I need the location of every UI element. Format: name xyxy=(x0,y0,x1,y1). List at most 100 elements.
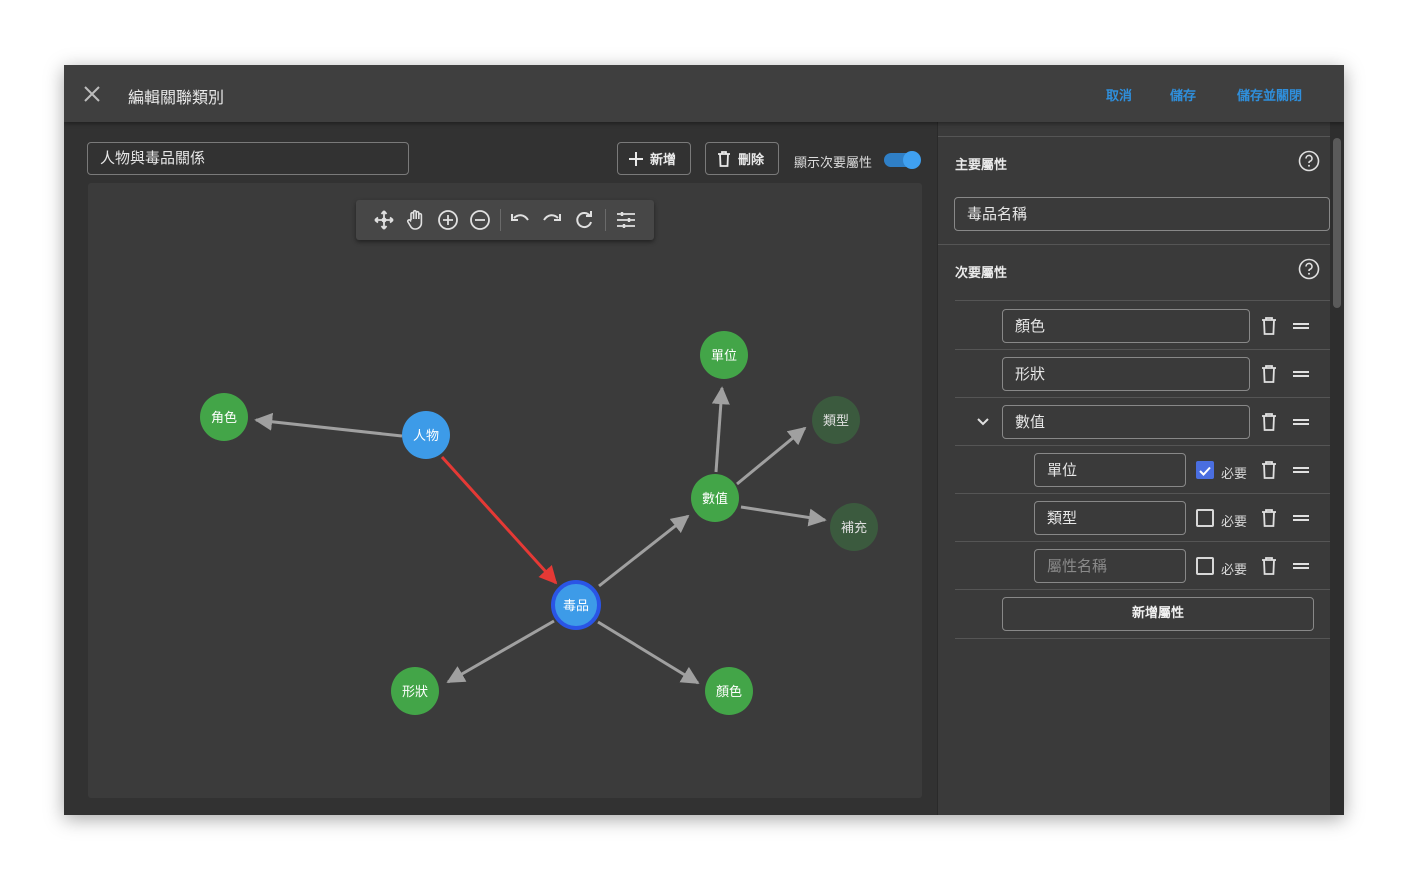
node-value[interactable]: 數值 xyxy=(691,474,739,522)
trash-icon[interactable] xyxy=(1257,554,1281,578)
node-color[interactable]: 顏色 xyxy=(705,667,753,715)
relation-name-input[interactable]: 人物與毒品關係 xyxy=(87,142,409,175)
cancel-button[interactable]: 取消 xyxy=(1106,85,1132,104)
node-role[interactable]: 角色 xyxy=(200,393,248,441)
node-type[interactable]: 類型 xyxy=(812,396,860,444)
attr-input-shape[interactable]: 形狀 xyxy=(1002,357,1250,391)
toolbar-divider xyxy=(605,209,606,231)
sub-attr-input-unit[interactable]: 單位 xyxy=(1034,453,1186,487)
edge-value-type[interactable] xyxy=(736,426,807,486)
edit-relation-dialog: 編輯關聯類別 取消 儲存 儲存並關閉 人物與毒品關係 新增 刪除 顯示次要屬性 xyxy=(64,65,1344,815)
toolbar-divider xyxy=(500,209,501,231)
close-icon[interactable] xyxy=(80,82,104,106)
move-icon[interactable] xyxy=(372,208,396,232)
redo-icon[interactable] xyxy=(540,208,564,232)
drag-handle-icon[interactable] xyxy=(1289,506,1313,530)
drag-handle-icon[interactable] xyxy=(1289,314,1313,338)
node-extra-label: 補充 xyxy=(841,520,867,535)
divider xyxy=(955,541,1330,542)
attr-input-color[interactable]: 顏色 xyxy=(1002,309,1250,343)
scrollbar[interactable] xyxy=(1330,122,1344,815)
divider xyxy=(955,300,1330,301)
trash-icon xyxy=(718,150,730,167)
drag-handle-icon[interactable] xyxy=(1289,362,1313,386)
node-drug[interactable]: 毒品 xyxy=(551,580,601,630)
add-attribute-button[interactable]: 新增屬性 xyxy=(1002,597,1314,631)
required-checkbox[interactable] xyxy=(1196,557,1214,575)
graph-toolbar xyxy=(356,200,654,240)
zoom-in-icon[interactable] xyxy=(436,208,460,232)
settings-sliders-icon[interactable] xyxy=(614,208,638,232)
edge-drug-value[interactable] xyxy=(598,514,690,588)
pan-hand-icon[interactable] xyxy=(404,208,428,232)
divider xyxy=(938,136,1330,137)
secondary-section-title: 次要屬性 xyxy=(955,266,1008,281)
node-unit[interactable]: 單位 xyxy=(700,331,748,379)
drag-handle-icon[interactable] xyxy=(1289,554,1313,578)
required-checkbox[interactable] xyxy=(1196,509,1214,527)
toggle-knob xyxy=(903,151,921,169)
add-button-label: 新增 xyxy=(650,153,677,168)
node-person[interactable]: 人物 xyxy=(402,411,450,459)
dialog-header: 編輯關聯類別 取消 儲存 儲存並關閉 xyxy=(64,65,1344,122)
sub-attr-input-type[interactable]: 類型 xyxy=(1034,501,1186,535)
divider xyxy=(955,589,1330,590)
required-label: 必要 xyxy=(1221,515,1248,530)
delete-button[interactable]: 刪除 xyxy=(705,142,779,175)
attr-input-value[interactable]: 數值 xyxy=(1002,405,1250,439)
edge-person-drug[interactable] xyxy=(440,455,558,585)
node-role-label: 角色 xyxy=(211,410,237,425)
delete-button-label: 刪除 xyxy=(738,153,765,168)
edge-drug-color[interactable] xyxy=(597,620,700,685)
edge-value-extra[interactable] xyxy=(740,505,827,527)
plus-icon xyxy=(629,151,643,166)
zoom-out-icon[interactable] xyxy=(468,208,492,232)
node-shape[interactable]: 形狀 xyxy=(391,667,439,715)
divider xyxy=(955,493,1330,494)
help-icon[interactable] xyxy=(1298,150,1320,172)
trash-icon[interactable] xyxy=(1257,314,1281,338)
graph-editor-pane: 人物與毒品關係 新增 刪除 顯示次要屬性 角色 人物 毒品 形狀 顏色 數值 單… xyxy=(64,122,937,815)
edge-value-unit[interactable] xyxy=(711,386,730,473)
edge-drug-shape[interactable] xyxy=(446,619,555,684)
scrollbar-thumb[interactable] xyxy=(1333,138,1341,308)
node-shape-label: 形狀 xyxy=(402,684,428,699)
drag-handle-icon[interactable] xyxy=(1289,410,1313,434)
refresh-icon[interactable] xyxy=(572,208,596,232)
add-button[interactable]: 新增 xyxy=(617,142,691,175)
toggle-label: 顯示次要屬性 xyxy=(794,156,873,171)
trash-icon[interactable] xyxy=(1257,362,1281,386)
graph-svg: 角色 人物 毒品 形狀 顏色 數值 單位 類型 補充 xyxy=(200,331,878,715)
divider xyxy=(955,445,1330,446)
divider xyxy=(955,397,1330,398)
trash-icon[interactable] xyxy=(1257,506,1281,530)
trash-icon[interactable] xyxy=(1257,410,1281,434)
divider xyxy=(938,244,1330,245)
primary-section-title: 主要屬性 xyxy=(955,158,1008,173)
attributes-panel: 主要屬性 毒品名稱 次要屬性 顏色 形狀 數值 單位 必要 類型 必要 屬性名稱… xyxy=(937,122,1344,815)
drag-handle-icon[interactable] xyxy=(1289,458,1313,482)
required-checkbox[interactable] xyxy=(1196,461,1214,479)
trash-icon[interactable] xyxy=(1257,458,1281,482)
node-unit-label: 單位 xyxy=(711,348,737,363)
graph-canvas[interactable]: 角色 人物 毒品 形狀 顏色 數值 單位 類型 補充 xyxy=(88,183,922,798)
primary-attr-input[interactable]: 毒品名稱 xyxy=(954,197,1330,231)
edge-person-role[interactable] xyxy=(254,412,403,438)
node-value-label: 數值 xyxy=(702,491,728,506)
save-button[interactable]: 儲存 xyxy=(1170,85,1196,104)
save-and-close-button[interactable]: 儲存並關閉 xyxy=(1237,85,1302,104)
node-extra[interactable]: 補充 xyxy=(830,503,878,551)
undo-icon[interactable] xyxy=(508,208,532,232)
node-drug-label: 毒品 xyxy=(563,598,589,613)
show-secondary-toggle[interactable] xyxy=(884,151,922,169)
node-color-label: 顏色 xyxy=(716,684,742,699)
node-person-label: 人物 xyxy=(413,428,439,443)
dialog-title: 編輯關聯類別 xyxy=(128,88,225,107)
help-icon[interactable] xyxy=(1298,258,1320,280)
node-type-label: 類型 xyxy=(823,413,849,428)
chevron-down-icon[interactable] xyxy=(971,410,995,434)
required-label: 必要 xyxy=(1221,563,1248,578)
required-label: 必要 xyxy=(1221,467,1248,482)
divider xyxy=(955,638,1330,639)
sub-attr-name-input[interactable]: 屬性名稱 xyxy=(1034,549,1186,583)
